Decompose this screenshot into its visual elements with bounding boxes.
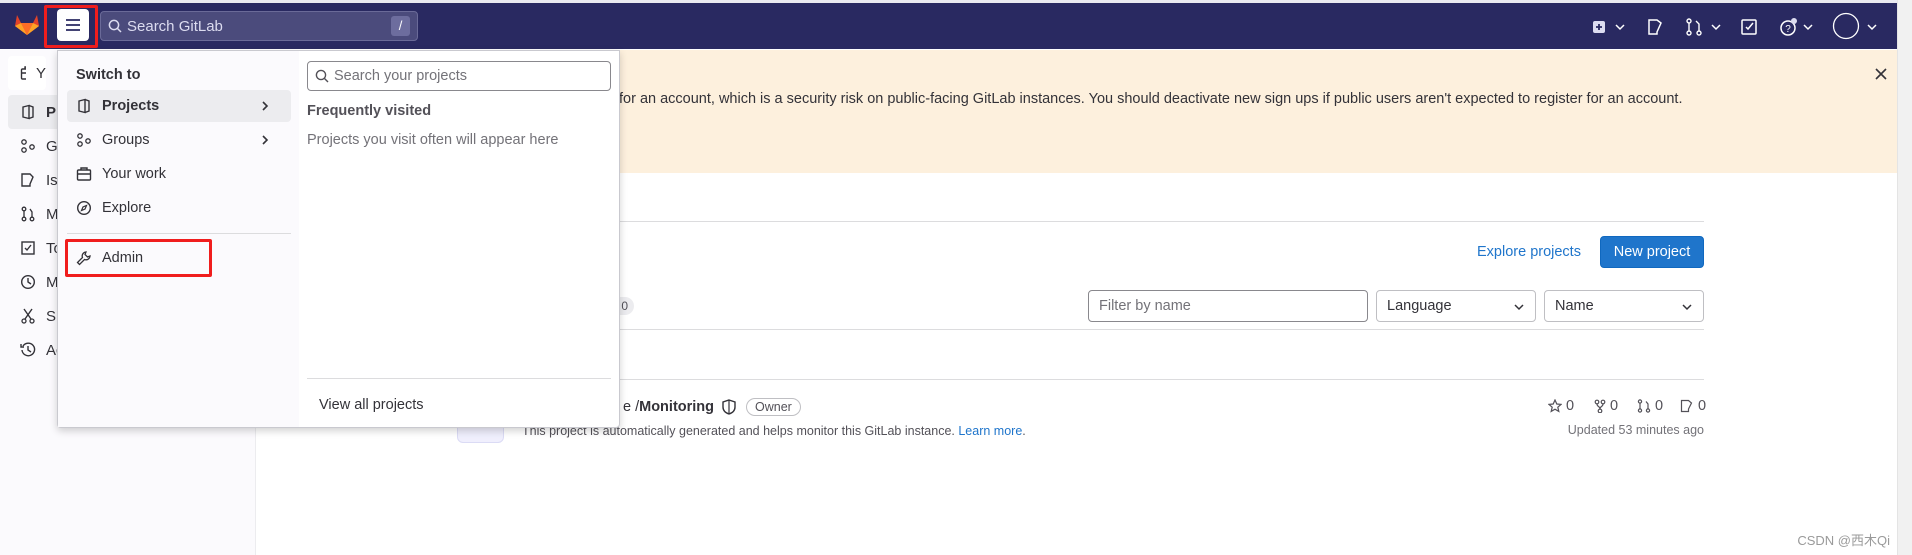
filter-placeholder: Filter by name — [1099, 298, 1191, 314]
merge-requests-count[interactable]: 0 — [1637, 398, 1663, 414]
menu-item-explore[interactable]: Explore — [67, 192, 291, 224]
stars-value: 0 — [1566, 398, 1575, 414]
snippet-icon — [21, 308, 35, 324]
search-your-projects-input[interactable]: Search your projects — [307, 61, 611, 91]
clock-icon — [20, 274, 36, 290]
frequently-visited-empty: Projects you visit often will appear her… — [307, 132, 559, 148]
sort-select[interactable]: Name — [1544, 290, 1704, 322]
close-icon[interactable] — [1874, 67, 1888, 81]
search-placeholder: Search your projects — [334, 68, 467, 84]
chevron-down-icon — [1682, 304, 1692, 311]
issues-icon[interactable] — [1645, 17, 1665, 37]
project-name[interactable]: Monitoring — [639, 399, 714, 415]
view-all-projects-link[interactable]: View all projects — [319, 397, 424, 413]
search-shortcut: / — [391, 16, 410, 36]
sort-select-value: Name — [1555, 298, 1594, 314]
merge-request-icon — [21, 206, 35, 222]
chevron-down-icon[interactable] — [1798, 17, 1818, 37]
todo-icon[interactable] — [1739, 17, 1759, 37]
project-icon — [78, 98, 90, 114]
highlight-menu-button — [44, 5, 98, 48]
menu-item-projects[interactable]: Projects — [67, 90, 291, 122]
menu-item-label: Groups — [102, 132, 150, 148]
avatar[interactable] — [1832, 12, 1860, 40]
menu-item-groups[interactable]: Groups — [67, 124, 291, 156]
learn-more-link[interactable]: Learn more — [958, 424, 1022, 438]
chevron-right-icon — [262, 101, 269, 111]
top-bar: Search GitLab / ? — [0, 0, 1897, 49]
divider — [307, 378, 611, 379]
chevron-right-icon — [262, 135, 269, 145]
switch-to-menu: Switch to Projects Groups Your work Expl… — [57, 50, 620, 428]
menu-item-label: Explore — [102, 200, 152, 216]
explore-projects-link[interactable]: Explore projects — [1477, 244, 1581, 260]
chevron-down-icon[interactable] — [1862, 17, 1882, 37]
chevron-down-icon[interactable] — [1706, 17, 1726, 37]
search-gitlab-input[interactable]: Search GitLab / — [100, 11, 418, 41]
merge-requests-value: 0 — [1655, 398, 1664, 414]
role-badge: Owner — [746, 398, 801, 416]
search-placeholder: Search GitLab — [127, 17, 223, 35]
chevron-down-icon[interactable] — [1610, 17, 1630, 37]
project-namespace[interactable]: e / — [623, 399, 639, 415]
history-icon — [20, 342, 36, 357]
issues-icon — [1680, 399, 1693, 413]
issues-icon — [21, 173, 34, 187]
search-icon — [315, 69, 329, 83]
compass-icon — [76, 200, 92, 216]
updated-time: Updated 53 minutes ago — [1567, 423, 1704, 437]
sidebar-item-your-work[interactable]: Y — [8, 56, 46, 90]
search-icon — [108, 19, 122, 33]
forks-count[interactable]: 0 — [1594, 398, 1618, 414]
forks-value: 0 — [1610, 398, 1619, 414]
gitlab-logo[interactable] — [14, 12, 40, 36]
language-select[interactable]: Language — [1376, 290, 1536, 322]
star-icon — [1548, 399, 1562, 413]
issues-count[interactable]: 0 — [1680, 398, 1706, 414]
briefcase-icon — [20, 66, 26, 80]
menu-item-label: Projects — [102, 98, 160, 114]
project-title[interactable]: e / Monitoring Owner — [623, 398, 801, 416]
help-icon[interactable]: ? — [1778, 17, 1798, 37]
stars-count[interactable]: 0 — [1548, 398, 1574, 414]
switch-to-column: Switch to Projects Groups Your work Expl… — [58, 51, 299, 427]
chevron-down-icon — [1514, 304, 1524, 311]
banner-message: for an account, which is a security risk… — [619, 91, 1683, 107]
watermark: CSDN @西木Qi — [1797, 533, 1890, 548]
shield-icon — [722, 399, 736, 415]
menu-heading: Switch to — [76, 67, 141, 83]
highlight-admin — [65, 239, 212, 277]
project-icon — [22, 104, 34, 120]
issues-value: 0 — [1698, 398, 1707, 414]
group-icon — [77, 133, 91, 147]
divider — [67, 233, 291, 234]
menu-item-your-work[interactable]: Your work — [67, 158, 291, 190]
briefcase-icon — [76, 167, 92, 181]
sidebar-item-label: Y — [35, 64, 46, 82]
plus-square-icon[interactable] — [1589, 17, 1609, 37]
fork-icon — [1594, 399, 1606, 413]
new-project-button[interactable]: New project — [1600, 236, 1704, 268]
filter-by-name-input[interactable]: Filter by name — [1088, 290, 1368, 322]
svg-text:?: ? — [1785, 24, 1791, 35]
merge-request-icon — [1637, 399, 1651, 413]
frequently-visited-title: Frequently visited — [307, 103, 432, 119]
todo-icon — [21, 241, 35, 255]
menu-item-label: Your work — [102, 166, 166, 182]
merge-request-icon[interactable] — [1684, 17, 1704, 37]
scrollbar[interactable] — [1897, 0, 1912, 555]
group-icon — [21, 139, 35, 153]
language-select-value: Language — [1387, 298, 1452, 314]
